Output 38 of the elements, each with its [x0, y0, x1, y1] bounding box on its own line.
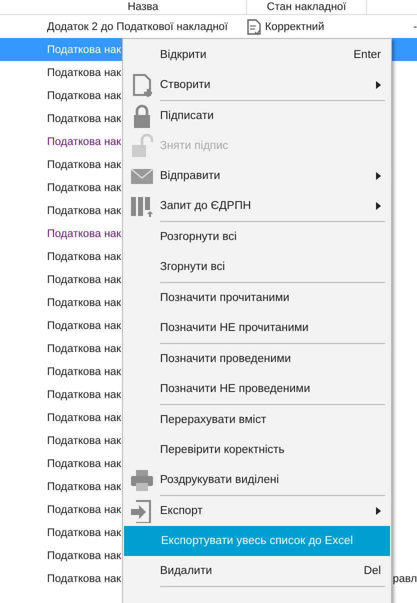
submenu-arrow-icon [376, 202, 381, 210]
submenu-arrow-icon [376, 81, 381, 89]
printer-icon [130, 468, 154, 492]
export-icon [130, 499, 154, 523]
menu-item[interactable]: Позначити проведеними [123, 344, 391, 374]
menu-item[interactable]: Роздрукувати виділені [123, 465, 391, 495]
menu-item[interactable]: Перерахувати вміст [123, 405, 391, 435]
table-cell: Додаток 2 до Податкової накладної [47, 20, 228, 32]
menu-item[interactable]: Створити [123, 70, 391, 100]
columns-icon [130, 194, 154, 218]
table-cell: Податкова нак [47, 458, 122, 470]
document-check-icon [247, 18, 261, 34]
menu-item[interactable]: Перевірити коректність [123, 435, 391, 465]
table-cell: Податкова нак [47, 66, 122, 78]
submenu-arrow-icon [376, 172, 381, 180]
unlocked-lock-icon [130, 134, 154, 158]
column-header[interactable]: Назва [40, 0, 247, 14]
table-cell: равл [392, 572, 417, 584]
menu-item[interactable]: Відкрити Enter [123, 40, 391, 70]
table-cell: Податкова нак [47, 44, 122, 56]
table-cell: Податкова нак [47, 550, 122, 562]
menu-item[interactable]: Підписати [123, 101, 391, 131]
submenu-arrow-icon [376, 507, 381, 515]
menu-item[interactable]: Видалити Del [123, 556, 391, 586]
menu-item[interactable]: Згорнути всі [123, 252, 391, 282]
menu-item[interactable]: Запит до ЄДРПН [123, 191, 391, 221]
menu-item[interactable]: Позначити прочитаними [123, 283, 391, 313]
column-header[interactable]: Стан накладної [247, 0, 367, 14]
menu-item[interactable]: Позначити НЕ проведеними [123, 374, 391, 404]
menu-item[interactable]: Позначити НЕ прочитаними [123, 313, 391, 343]
menu-item[interactable]: Відправити [123, 161, 391, 191]
table-row[interactable]: Додаток 2 до Податкової накладної Корректний - [0, 15, 417, 38]
menu-item[interactable]: Експорт [123, 496, 391, 526]
table-cell: Податкова нак [47, 274, 122, 286]
table-cell: Податкова нак [47, 572, 122, 584]
table-cell: - [413, 20, 417, 32]
menu-item[interactable]: Розгорнути всі [123, 222, 391, 252]
table-cell: Корректний [265, 20, 324, 32]
